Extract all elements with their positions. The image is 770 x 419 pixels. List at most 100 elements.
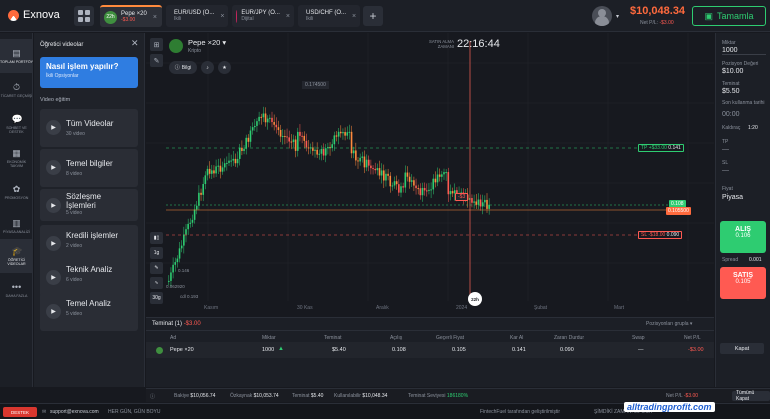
asset-tab[interactable]: EUR/JPY (O... Dijital × bbox=[232, 5, 294, 27]
positions-tab[interactable]: Teminat (1) -$3.00 bbox=[152, 321, 201, 327]
candle-body bbox=[301, 135, 303, 137]
candle-body bbox=[187, 223, 189, 230]
deposit-label: Tamamla bbox=[717, 11, 754, 21]
star-icon[interactable]: ★ bbox=[218, 61, 231, 74]
grid-menu-button[interactable] bbox=[74, 6, 94, 26]
close-all-button[interactable]: Tümünü Kapat bbox=[732, 390, 770, 402]
avatar[interactable] bbox=[592, 6, 612, 26]
summary-level-value: 186180% bbox=[446, 393, 469, 399]
tp-label[interactable]: TP +$33.00 0.141 bbox=[638, 144, 684, 152]
close-icon[interactable]: × bbox=[220, 13, 224, 20]
nav-item-market[interactable]: ▥ PİYASA ANALİZİ bbox=[0, 209, 33, 243]
nav-item-chat[interactable]: 💬 SOHBET VE DESTEK bbox=[0, 107, 33, 141]
price-mode-select[interactable]: Piyasa bbox=[722, 194, 743, 201]
video-card[interactable]: ▶ Sözleşme İşlemleri 5 video bbox=[40, 189, 138, 221]
row-sl: 0.090 bbox=[560, 347, 574, 353]
close-icon[interactable]: ✕ bbox=[131, 38, 139, 49]
candle-body bbox=[238, 147, 241, 159]
close-icon[interactable]: × bbox=[153, 14, 157, 21]
sl-label[interactable]: SL -$18.00 0.090 bbox=[638, 231, 683, 239]
tp-field[interactable]: — bbox=[722, 146, 729, 153]
close-icon[interactable]: × bbox=[286, 13, 290, 20]
chevron-down-icon[interactable]: ▾ bbox=[616, 13, 619, 20]
close-position-button[interactable]: Kapat bbox=[720, 343, 764, 354]
support-email[interactable]: support@exnova.com bbox=[50, 409, 99, 415]
video-card[interactable]: ▶ Temel Analiz 5 video bbox=[40, 293, 138, 331]
nav-item-portfolio[interactable]: ▤ TOPLAM PORTFÖY bbox=[0, 39, 33, 73]
account-balance[interactable]: $10,048.34 bbox=[630, 5, 685, 17]
nav-label: PİYASA ANALİZİ bbox=[3, 229, 30, 234]
sell-button[interactable]: SATIŞ 0.105 bbox=[720, 267, 766, 299]
expiry-badge[interactable]: 22h bbox=[468, 292, 482, 306]
table-row[interactable]: Pepe ×20 1000 ▲ $5.40 0.108 0.105 0.141 … bbox=[146, 342, 714, 358]
asset-icon bbox=[156, 347, 163, 354]
chart-type-button[interactable]: ▮▯ bbox=[150, 232, 163, 244]
bell-icon[interactable]: ♪ bbox=[201, 61, 214, 74]
chart-grid bbox=[146, 33, 714, 301]
how-to-trade-banner[interactable]: Nasıl işlem yapılır? İkili Opsiyonlar bbox=[40, 57, 138, 88]
logo-mark-icon bbox=[8, 9, 19, 21]
candle-body bbox=[292, 139, 295, 143]
video-card[interactable]: ▶ Teknik Analiz 6 video bbox=[40, 259, 138, 297]
candle-body bbox=[204, 175, 207, 185]
nav-item-calendar[interactable]: ▦ EKONOMİK TAKVİM bbox=[0, 141, 33, 175]
asset-selector[interactable]: Pepe ×20 ▾ bbox=[188, 38, 226, 47]
timeframe-button[interactable]: 30g bbox=[150, 292, 163, 304]
video-card[interactable]: ▶ Kredili işlemler 2 video bbox=[40, 225, 138, 263]
x-label: Aralık bbox=[376, 305, 389, 311]
candle-body bbox=[423, 187, 426, 191]
candle-body bbox=[436, 174, 439, 183]
positions-tab-label: Teminat (1) bbox=[152, 321, 183, 327]
deposit-button[interactable]: ▣ Tamamla bbox=[692, 6, 766, 26]
indicator-icon[interactable]: ∿ bbox=[150, 277, 163, 289]
candle-body bbox=[417, 188, 419, 190]
candle-body bbox=[428, 189, 430, 191]
nav-item-promo[interactable]: ✿ PROMOSYON bbox=[0, 175, 33, 209]
info-button[interactable]: ⓘ Bilgi bbox=[169, 61, 197, 74]
group-positions-toggle[interactable]: Pozisyonları grupla ▾ bbox=[646, 321, 692, 327]
spread-value: 0.001 bbox=[749, 257, 762, 263]
candle-body bbox=[410, 180, 413, 182]
leverage-value[interactable]: 1:20 bbox=[748, 125, 758, 131]
tp-label-text: TP +$33.00 bbox=[641, 145, 667, 151]
candle-body bbox=[426, 190, 428, 192]
candle-body bbox=[232, 158, 235, 161]
buy-button[interactable]: ALIŞ 0.106 bbox=[720, 221, 766, 253]
asset-tab[interactable]: USD/CHF (O... Ikili × bbox=[298, 5, 360, 27]
nav-item-more[interactable]: ••• DAHA FAZLA bbox=[0, 273, 33, 307]
candle-body bbox=[217, 165, 220, 167]
app-logo[interactable]: Exnova bbox=[8, 9, 60, 21]
nav-item-videos[interactable]: 🎓 ÖĞRETİCİ VİDEOLAR bbox=[0, 239, 33, 273]
candle-body bbox=[342, 132, 344, 134]
candle-body bbox=[251, 127, 254, 131]
candle-body bbox=[284, 136, 286, 138]
candle-body bbox=[346, 132, 349, 136]
candle-body bbox=[434, 178, 437, 183]
sell-label: SATIŞ bbox=[732, 272, 754, 279]
asset-tab[interactable]: 22h Pepe ×20 -$3.00 × bbox=[100, 5, 162, 27]
add-tab-button[interactable]: + bbox=[363, 6, 383, 26]
candle-body bbox=[378, 168, 381, 176]
nav-item-history[interactable]: ⏱ TİCARET GEÇMİŞİ bbox=[0, 73, 33, 107]
close-icon[interactable]: × bbox=[352, 13, 356, 20]
draw-icon[interactable]: ✎ bbox=[150, 54, 163, 67]
video-card[interactable]: ▶ Tüm Videolar 30 video bbox=[40, 109, 138, 147]
pencil-icon[interactable]: ✎ bbox=[150, 262, 163, 274]
expand-icon[interactable]: ⊞ bbox=[150, 38, 163, 51]
sl-field[interactable]: — bbox=[722, 167, 729, 174]
price-chart[interactable]: ⊞ ✎ Pepe ×20 ▾ Kripto ⓘ Bilgi ♪ ★ SATIN A… bbox=[146, 33, 714, 317]
nav-label: PROMOSYON bbox=[4, 195, 29, 200]
tab-sub: Ikili bbox=[306, 16, 314, 22]
portfolio-icon: ▤ bbox=[12, 47, 21, 58]
summary-level-label: Teminat Seviyesi bbox=[408, 393, 446, 399]
timeframe-button[interactable]: 1g bbox=[150, 247, 163, 259]
candle-body bbox=[361, 156, 364, 158]
margin-value: $5.50 bbox=[722, 88, 740, 95]
powered-by[interactable]: FintechFuel tarafından geliştirilmiştir bbox=[480, 409, 560, 415]
video-card[interactable]: ▶ Temel bilgiler 8 video bbox=[40, 149, 138, 187]
support-button[interactable]: DESTEK bbox=[3, 407, 37, 417]
candle-body bbox=[365, 159, 368, 168]
asset-tab[interactable]: EUR/USD (O... Ikili × bbox=[166, 5, 228, 27]
amount-input[interactable]: 1000 bbox=[722, 47, 766, 55]
position-marker[interactable]: -$3 bbox=[455, 193, 469, 201]
